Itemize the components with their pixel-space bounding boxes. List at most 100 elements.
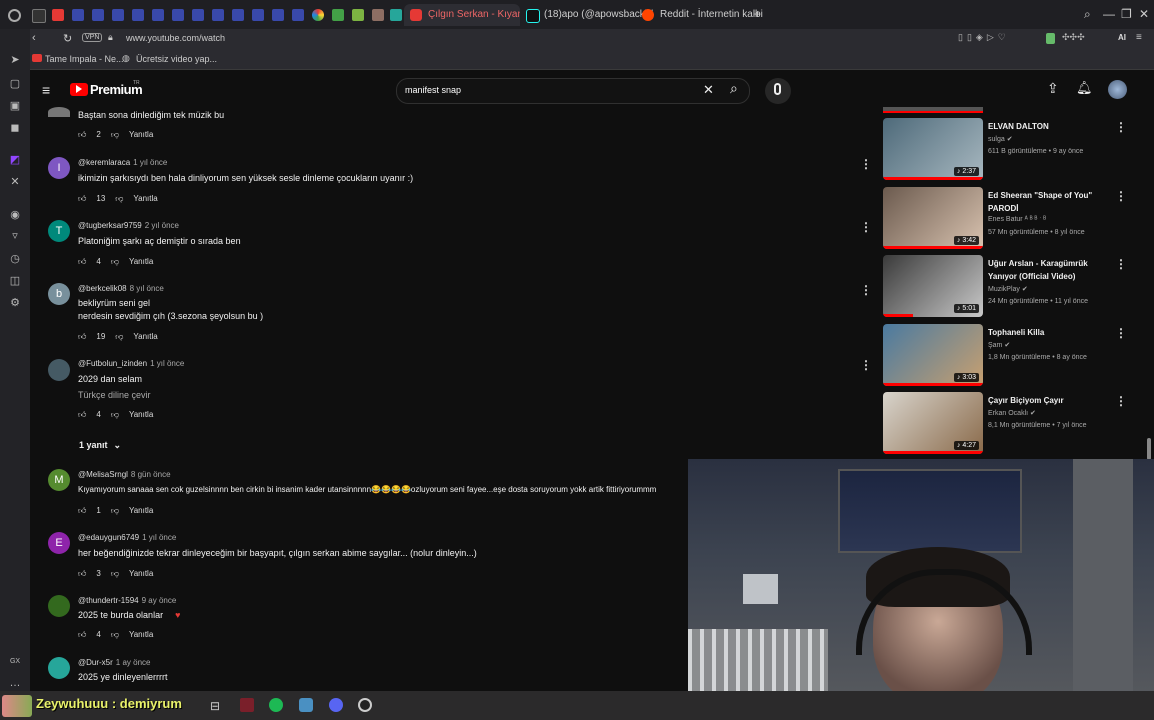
recommended-video[interactable]: ♪ 4:27 Çayır Biçiyom Çayır Erkan Ocaklı …	[883, 392, 1133, 456]
comment-author[interactable]: @MelisaSrngl 8 gün önce	[78, 470, 171, 479]
sidebar-nav-icon[interactable]: ➤	[9, 54, 21, 66]
comment-author[interactable]: @edauygun6749 1 yıl önce	[78, 533, 176, 542]
reply-button[interactable]: Yanıtla	[129, 630, 153, 639]
pinned-tab[interactable]	[252, 9, 264, 21]
extension-icons[interactable]: ▯▯◈▷♡	[958, 32, 1010, 43]
video-title[interactable]: Çayır Biçiyom Çayır	[988, 394, 1103, 407]
pinned-tab[interactable]	[372, 9, 384, 21]
sidebar-box-icon[interactable]: ◫	[9, 275, 21, 287]
comment-author[interactable]: @Dur-x5r 1 ay önce	[78, 658, 151, 667]
sidebar-more-icon[interactable]: …	[9, 677, 21, 689]
like-icon[interactable]: 👍︎	[78, 410, 86, 419]
video-title[interactable]: Tophaneli Killa	[988, 326, 1103, 339]
video-menu-icon[interactable]: ⋮	[1115, 120, 1127, 134]
search-box[interactable]: manifest snap ✕	[396, 78, 750, 104]
notifications-bell-icon[interactable]: 🔔︎	[1076, 80, 1093, 96]
pinned-tab[interactable]	[52, 9, 64, 21]
translate-link[interactable]: Türkçe diline çevir	[78, 390, 151, 400]
sidebar-play-icon[interactable]: ◉	[9, 209, 21, 221]
sidebar-x-icon[interactable]: ✕	[9, 176, 21, 188]
avatar[interactable]	[48, 107, 70, 117]
comment-menu-icon[interactable]: ⋮	[860, 283, 872, 297]
dislike-icon[interactable]: 👎︎	[111, 506, 119, 515]
comment-author[interactable]: @thundertr-1594 9 ay önce	[78, 596, 176, 605]
sidebar-twitch-icon[interactable]: ◩	[9, 154, 21, 166]
dislike-icon[interactable]: 👎︎	[111, 630, 119, 639]
comment-menu-icon[interactable]: ⋮	[860, 220, 872, 234]
video-title[interactable]: Ed Sheeran "Shape of You" PARODİ	[988, 189, 1103, 215]
video-thumbnail[interactable]: ♪ 3:42	[883, 187, 983, 249]
extensions-puzzle-icon[interactable]: ✣✣✣	[1062, 32, 1085, 43]
video-title[interactable]: ELVAN DALTON	[988, 120, 1103, 133]
new-tab-plus-icon[interactable]: +	[754, 7, 761, 21]
spotify-taskbar-icon[interactable]	[269, 698, 283, 712]
reply-button[interactable]: Yanıtla	[129, 410, 153, 419]
sidebar-music-icon[interactable]: ◼	[9, 122, 21, 134]
like-icon[interactable]: 👍︎	[78, 130, 86, 139]
tab-youtube[interactable]: Çılgın Serkan - Kıyamı	[404, 4, 520, 26]
video-thumbnail[interactable]: ♪ 3:03	[883, 324, 983, 386]
like-icon[interactable]: 👍︎	[78, 257, 86, 266]
video-title[interactable]: Uğur Arslan - Karagümrük Yanıyor (Offici…	[988, 257, 1103, 283]
dislike-icon[interactable]: 👎︎	[111, 130, 119, 139]
sidebar-bag-icon[interactable]: ▢	[9, 78, 21, 90]
page-scrollbar[interactable]	[1147, 438, 1151, 460]
extension-green-icon[interactable]	[1046, 33, 1055, 44]
recommended-video[interactable]: ♪ 3:03 Tophaneli Killa Şam ✔ 1,8 Mn görü…	[883, 324, 1133, 388]
pinned-tab[interactable]	[232, 9, 244, 21]
app-taskbar-icon[interactable]	[299, 698, 313, 712]
channel-name[interactable]: sulga ✔	[988, 135, 1013, 143]
channel-name[interactable]: Erkan Ocaklı ✔	[988, 409, 1036, 417]
pinned-tab[interactable]	[132, 9, 144, 21]
video-thumbnail[interactable]: ♪ 2:37	[883, 118, 983, 180]
channel-name[interactable]: Şam ✔	[988, 341, 1010, 349]
avatar[interactable]: M	[48, 469, 70, 491]
sidebar-edit-icon[interactable]: ▣	[9, 100, 21, 112]
avatar[interactable]	[48, 359, 70, 381]
pinned-tab[interactable]	[390, 9, 402, 21]
video-thumbnail[interactable]: ♪ 5:01	[883, 255, 983, 317]
comment-menu-icon[interactable]: ⋮	[860, 157, 872, 171]
tab-reddit[interactable]: Reddit - İnternetin kalbi	[636, 4, 770, 26]
pinned-tab[interactable]	[192, 9, 204, 21]
ai-button[interactable]: AI	[1118, 33, 1126, 42]
video-menu-icon[interactable]: ⋮	[1115, 257, 1127, 271]
back-icon[interactable]: ‹	[32, 32, 36, 44]
like-icon[interactable]: 👍︎	[78, 506, 86, 515]
minimize-icon[interactable]: —	[1103, 7, 1115, 21]
recommended-video[interactable]: ♪ 3:42 Ed Sheeran "Shape of You" PARODİ …	[883, 187, 1133, 251]
reply-button[interactable]: Yanıtla	[129, 257, 153, 266]
reply-button[interactable]: Yanıtla	[133, 332, 157, 341]
sidebar-pin-icon[interactable]: ▿	[9, 230, 21, 242]
avatar[interactable]: b	[48, 283, 70, 305]
avatar[interactable]	[48, 595, 70, 617]
search-tabs-icon[interactable]: ⌕	[1084, 7, 1091, 22]
sidebar-gx-icon[interactable]: GX	[9, 656, 21, 668]
search-input[interactable]: manifest snap	[405, 85, 461, 95]
maximize-icon[interactable]: ❐	[1121, 7, 1132, 21]
search-icon[interactable]: ⌕	[730, 80, 738, 97]
video-thumbnail[interactable]: ♪ 4:27	[883, 392, 983, 454]
pinned-tab[interactable]	[312, 9, 324, 21]
video-menu-icon[interactable]: ⋮	[1115, 394, 1127, 408]
dislike-icon[interactable]: 👎︎	[111, 569, 119, 578]
tab-tiktok[interactable]: (18)apo (@apowsback) |	[520, 4, 654, 26]
menu-icon[interactable]: ≡	[1136, 32, 1142, 43]
like-icon[interactable]: 👍︎	[78, 194, 86, 203]
channel-name[interactable]: MuzikPlay ✔	[988, 285, 1028, 293]
recommended-video[interactable]: ♪ 2:37 ELVAN DALTON sulga ✔ 611 B görünt…	[883, 118, 1133, 182]
pinned-tab[interactable]	[212, 9, 224, 21]
pinned-tab[interactable]	[72, 9, 84, 21]
like-icon[interactable]: 👍︎	[78, 332, 86, 341]
channel-name[interactable]: Enes Batur ᴬ ᴮ ᴮ ˑ ᴮ	[988, 216, 1046, 223]
opera-gx-taskbar-icon[interactable]	[240, 698, 254, 712]
video-menu-icon[interactable]: ⋮	[1115, 326, 1127, 340]
avatar[interactable]: T	[48, 220, 70, 242]
account-avatar[interactable]	[1108, 80, 1127, 99]
discord-taskbar-icon[interactable]	[329, 698, 343, 712]
dislike-icon[interactable]: 👎︎	[111, 410, 119, 419]
clear-search-icon[interactable]: ✕	[703, 82, 714, 98]
reply-button[interactable]: Yanıtla	[129, 506, 153, 515]
sidebar-history-icon[interactable]: ◷	[9, 253, 21, 265]
avatar[interactable]: E	[48, 532, 70, 554]
